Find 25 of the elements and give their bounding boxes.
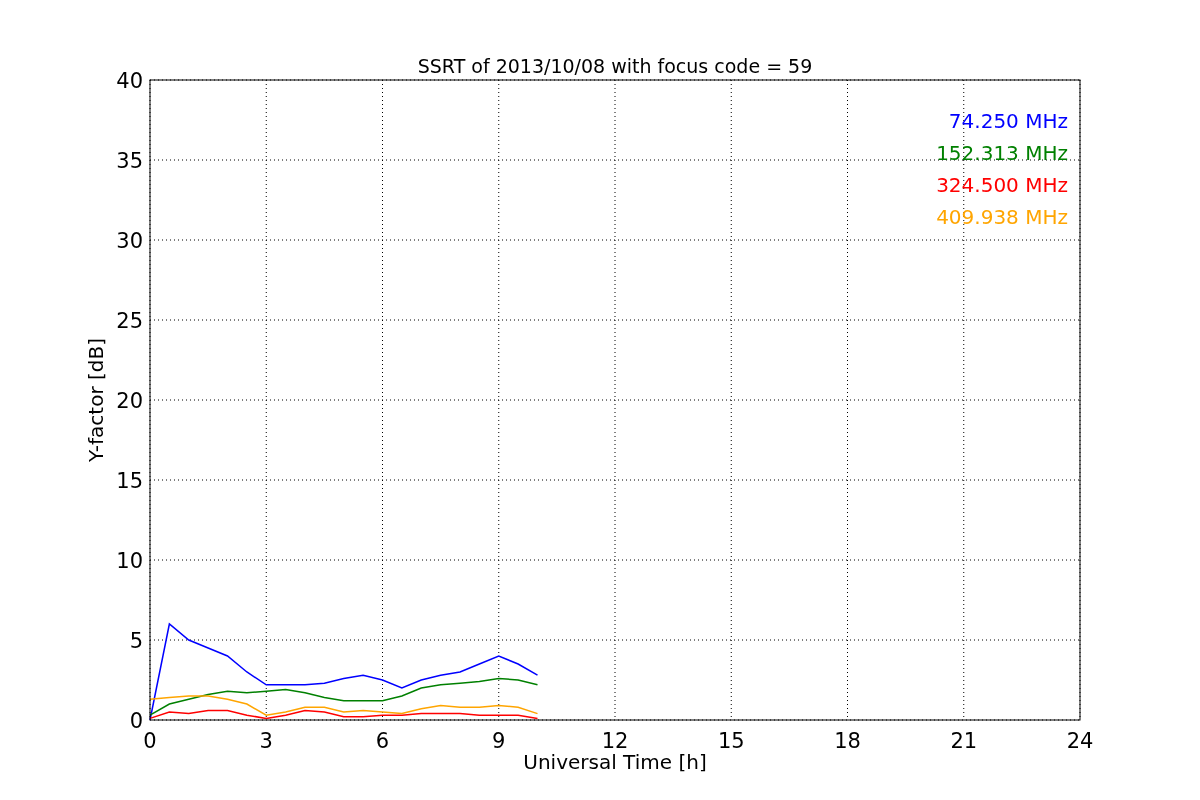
chart-title: SSRT of 2013/10/08 with focus code = 59	[417, 55, 813, 77]
legend-label: 152.313 MHz	[936, 141, 1068, 165]
tick-label: 18	[834, 729, 861, 753]
tick-label: 9	[492, 729, 506, 753]
tick-label: 24	[1066, 729, 1094, 753]
tick-label: 30	[116, 229, 143, 253]
tick-label: 15	[116, 469, 143, 493]
tick-label: 5	[129, 629, 143, 653]
legend-label: 324.500 MHz	[936, 173, 1068, 197]
legend-label: 74.250 MHz	[948, 109, 1068, 133]
legend-label: 409.938 MHz	[936, 205, 1068, 229]
tick-label: 6	[375, 729, 390, 753]
axis-label: Y-factor [dB]	[84, 338, 108, 462]
tick-label: 15	[717, 729, 745, 753]
tick-label: 35	[116, 149, 143, 173]
tick-label: 10	[116, 549, 143, 573]
tick-label: 40	[116, 69, 143, 93]
tick-label: 20	[116, 389, 143, 413]
tick-label: 0	[143, 729, 157, 753]
tick-label: 12	[601, 729, 629, 753]
tick-label: 0	[129, 709, 143, 733]
axis-label: Universal Time [h]	[523, 750, 707, 774]
tick-label: 3	[259, 729, 273, 753]
tick-label: 21	[950, 729, 978, 753]
tick-label: 25	[116, 309, 143, 333]
